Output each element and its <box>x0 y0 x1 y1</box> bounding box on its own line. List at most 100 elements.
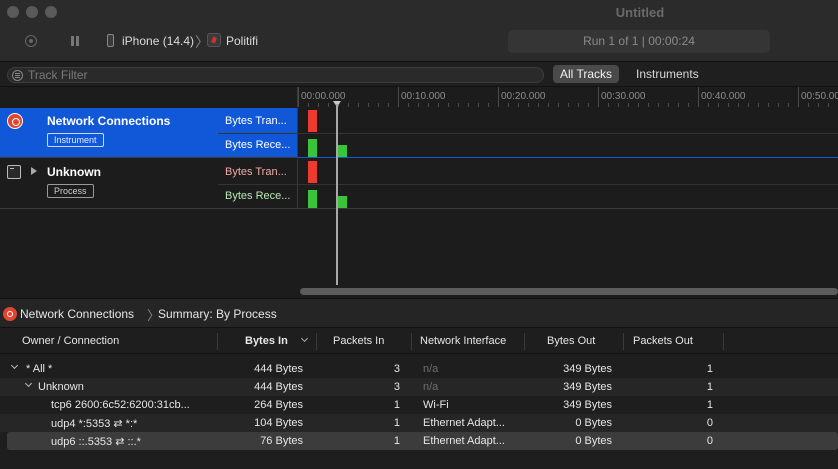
table-row-selected[interactable]: udp6 ::.5353 ⇄ ::.* 76 Bytes 1 Ethernet … <box>7 432 838 450</box>
disclosure-triangle-icon[interactable] <box>31 167 37 175</box>
track-type-badge: Process <box>47 184 94 198</box>
table-row[interactable]: tcp6 2600:6c52:6200:31cb... 264 Bytes 1 … <box>0 396 838 414</box>
ruler-minor-tick <box>628 103 629 107</box>
ruler-minor-tick <box>458 103 459 107</box>
track-unknown-process[interactable]: Unknown Process Bytes Tran... Bytes Rece… <box>0 159 838 209</box>
ruler-minor-tick <box>318 103 319 107</box>
ruler-minor-tick <box>758 103 759 107</box>
column-bytes-in[interactable]: Bytes In <box>245 335 288 347</box>
zoom-window-button[interactable] <box>45 6 57 18</box>
network-connections-icon <box>7 113 23 129</box>
table-header: Owner / Connection Bytes In Packets In N… <box>0 329 838 354</box>
ruler-minor-tick <box>778 103 779 107</box>
ruler-minor-tick <box>378 103 379 107</box>
packets-in-cell: 3 <box>393 363 400 375</box>
ruler-minor-tick <box>328 103 329 107</box>
tab-all-tracks[interactable]: All Tracks <box>553 65 620 83</box>
owner-cell: tcp6 2600:6c52:6200:31cb... <box>51 399 190 411</box>
track-network-connections[interactable]: Network Connections Instrument Bytes Tra… <box>0 108 838 158</box>
ruler-minor-tick <box>418 103 419 107</box>
sort-descending-icon <box>300 334 309 343</box>
column-network-interface[interactable]: Network Interface <box>420 335 506 347</box>
tab-instruments[interactable]: Instruments <box>629 65 706 83</box>
playhead-line[interactable] <box>336 104 338 296</box>
subtrack-label-bytes-transmitted: Bytes Tran... <box>225 115 287 127</box>
ruler-minor-tick <box>388 103 389 107</box>
tick-label: 00:20.000 <box>501 91 546 102</box>
ruler-minor-tick <box>618 103 619 107</box>
disclosure-expanded-icon[interactable] <box>24 379 33 388</box>
title-bar: Untitled iPhone (14.4) 〉 Politifi Run 1 … <box>0 0 838 62</box>
ruler-minor-tick <box>528 103 529 107</box>
interface-cell: Wi-Fi <box>423 399 449 411</box>
ruler-minor-tick <box>488 103 489 107</box>
packets-in-cell: 3 <box>393 381 400 393</box>
ruler-minor-tick <box>678 103 679 107</box>
table-row[interactable]: Unknown 444 Bytes 3 n/a 349 Bytes 1 <box>0 378 838 396</box>
process-icon <box>7 165 21 179</box>
interface-cell: Ethernet Adapt... <box>423 417 505 429</box>
timeline-ruler[interactable]: 00:00.000 00:10.000 00:20.000 00:30.000 … <box>297 87 838 107</box>
track-area: 00:00.000 00:10.000 00:20.000 00:30.000 … <box>0 87 838 298</box>
track-type-badge: Instrument <box>47 133 104 147</box>
ruler-minor-tick <box>808 103 809 107</box>
bytes-out-cell: 349 Bytes <box>563 363 612 375</box>
track-filter-bar: All Tracks Instruments <box>0 62 838 87</box>
ruler-minor-tick <box>448 103 449 107</box>
ruler-minor-tick <box>828 103 829 107</box>
column-owner-connection[interactable]: Owner / Connection <box>22 335 119 347</box>
ruler-minor-tick <box>438 103 439 107</box>
ruler-minor-tick <box>688 103 689 107</box>
tick-label: 00:30.000 <box>601 91 646 102</box>
minimize-window-button[interactable] <box>26 6 38 18</box>
ruler-minor-tick <box>718 103 719 107</box>
owner-cell: Unknown <box>38 381 84 393</box>
bytes-in-cell: 76 Bytes <box>260 435 303 447</box>
pause-icon <box>71 36 74 46</box>
ruler-minor-tick <box>788 103 789 107</box>
packets-in-cell: 1 <box>393 399 400 411</box>
track-filter-input[interactable] <box>28 68 328 82</box>
ruler-minor-tick <box>668 103 669 107</box>
packets-out-cell: 1 <box>706 381 713 393</box>
disclosure-expanded-icon[interactable] <box>10 361 19 370</box>
tick-label: 00:40.000 <box>701 91 746 102</box>
ruler-minor-tick <box>308 103 309 107</box>
record-button[interactable] <box>25 35 37 47</box>
ruler-minor-tick <box>638 103 639 107</box>
scrollbar-thumb[interactable] <box>300 288 838 295</box>
tick-label: 00:50.00 <box>801 91 838 102</box>
target-app-selector[interactable]: Politifi <box>226 34 258 48</box>
breadcrumb-detail-view[interactable]: Summary: By Process <box>158 307 277 321</box>
ruler-minor-tick <box>568 103 569 107</box>
run-status[interactable]: Run 1 of 1 | 00:00:24 <box>508 30 770 53</box>
track-title: Network Connections <box>47 114 171 128</box>
ruler-minor-tick <box>548 103 549 107</box>
breadcrumb-instrument[interactable]: Network Connections <box>20 307 134 321</box>
track-filter-field[interactable] <box>7 67 544 83</box>
close-window-button[interactable] <box>7 6 19 18</box>
table-row[interactable]: * All * 444 Bytes 3 n/a 349 Bytes 1 <box>0 360 838 378</box>
column-packets-out[interactable]: Packets Out <box>633 335 693 347</box>
bytes-in-cell: 104 Bytes <box>254 417 303 429</box>
ruler-minor-tick <box>738 103 739 107</box>
owner-cell: udp6 ::.5353 ⇄ ::.* <box>51 436 141 448</box>
device-selector[interactable]: iPhone (14.4) <box>122 34 194 48</box>
filter-icon <box>12 70 23 81</box>
packets-in-cell: 1 <box>393 435 400 447</box>
column-packets-in[interactable]: Packets In <box>333 335 384 347</box>
ruler-minor-tick <box>468 103 469 107</box>
ruler-minor-tick <box>708 103 709 107</box>
app-icon <box>207 33 221 47</box>
owner-cell: udp4 *:5353 ⇄ *:* <box>51 418 138 430</box>
timeline-scrollbar[interactable] <box>297 285 838 298</box>
pause-button[interactable] <box>69 35 81 47</box>
bytes-in-cell: 444 Bytes <box>254 363 303 375</box>
ruler-minor-tick <box>608 103 609 107</box>
subtrack-label-bytes-transmitted: Bytes Tran... <box>225 166 287 178</box>
column-bytes-out[interactable]: Bytes Out <box>547 335 595 347</box>
ruler-minor-tick <box>748 103 749 107</box>
ruler-minor-tick <box>348 103 349 107</box>
bytes-in-cell: 444 Bytes <box>254 381 303 393</box>
table-row[interactable]: udp4 *:5353 ⇄ *:* 104 Bytes 1 Ethernet A… <box>0 414 838 432</box>
